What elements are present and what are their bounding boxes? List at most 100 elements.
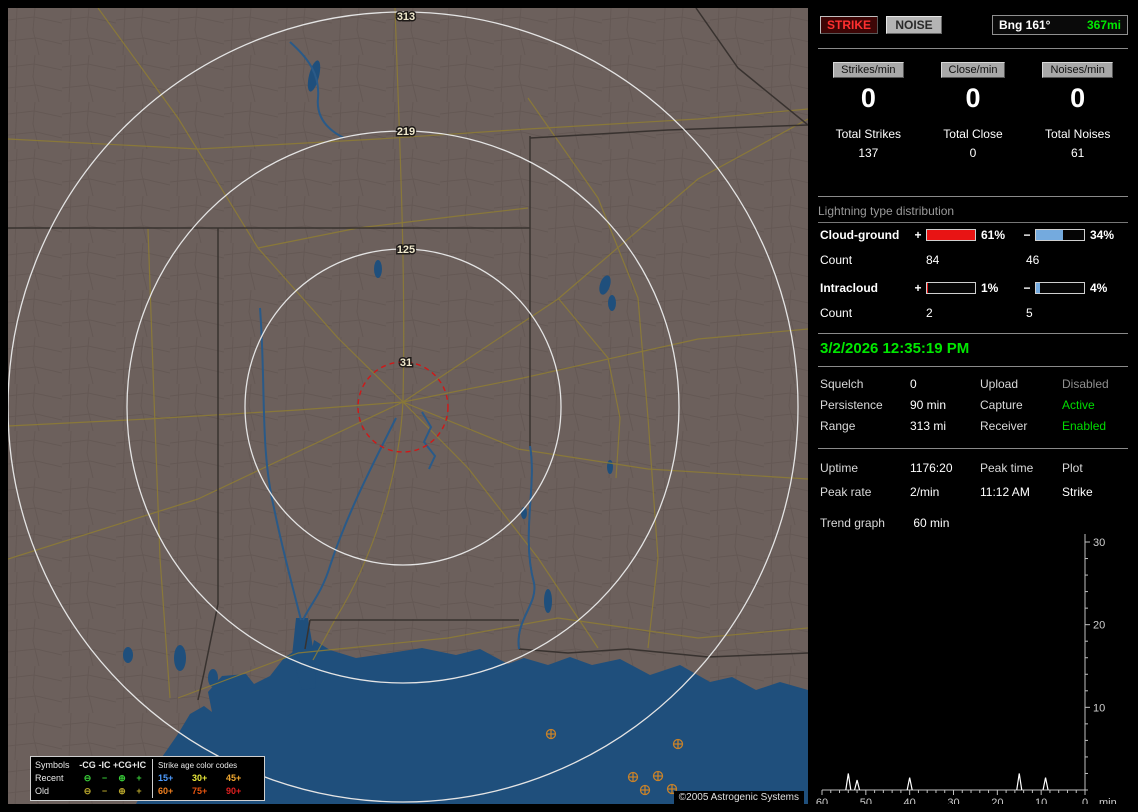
ic-minus-count: 5	[1026, 306, 1033, 320]
peak-rate-value: 2/min	[910, 485, 940, 499]
total-noises-value: 61	[1070, 146, 1085, 160]
ic-plus-pct: 1%	[981, 281, 999, 295]
svg-text:50: 50	[860, 797, 872, 804]
range-label: Range	[820, 419, 856, 433]
cg-plus-pct: 61%	[981, 228, 1006, 242]
trend-graph: 30 20 10 60 50 40 30 20 10 0 min	[816, 534, 1117, 804]
lightning-map[interactable]: 313 219 125 31 Symbols -CG -IC +CG +IC R…	[8, 8, 808, 804]
capture-label: Capture	[980, 398, 1023, 412]
peak-rate-label: Peak rate	[820, 485, 872, 499]
receiver-label: Receiver	[980, 419, 1028, 433]
legend-col-neg-ic: -IC	[98, 760, 111, 770]
svg-text:20: 20	[991, 797, 1003, 804]
age-75: 75+	[192, 786, 208, 796]
strikes-per-min-value: 0	[860, 83, 876, 113]
total-close-value: 0	[969, 146, 977, 160]
range-ring-label: 313	[397, 11, 415, 23]
upload-label: Upload	[980, 377, 1019, 391]
divider	[818, 196, 1128, 197]
age-30: 30+	[192, 773, 208, 783]
noises-per-min-label: Noises/min	[1042, 62, 1113, 78]
cloud-ground-label: Cloud-ground	[820, 228, 900, 242]
strikes-per-min-label: Strikes/min	[833, 62, 904, 78]
uptime-label: Uptime	[820, 461, 859, 475]
uptime-value: 1176:20	[910, 461, 953, 475]
divider	[818, 48, 1128, 49]
copyright-text: ©2005 Astrogenic Systems	[673, 791, 804, 804]
svg-text:60: 60	[816, 797, 828, 804]
legend-recent-label: Recent	[35, 773, 64, 783]
status-panel: STRIKE NOISE Bng 161° 367mi Strikes/min …	[816, 8, 1130, 804]
cg-plus-bar-fill	[927, 230, 975, 240]
svg-text:40: 40	[904, 797, 916, 804]
cg-minus-pct: 34%	[1090, 228, 1115, 242]
legend-symbols-section: Symbols -CG -IC +CG +IC Recent ⊖ − ⊕ + O…	[35, 759, 147, 798]
legend-col-pos-cg: +CG	[113, 760, 132, 770]
cg-minus-bar-fill	[1036, 230, 1063, 240]
rate-counters: Strikes/min 0 Total Strikes 137 Close/mi…	[816, 62, 1130, 160]
intracloud-count-row: Count 2 5	[820, 306, 1033, 320]
bearing-display: Bng 161° 367mi	[992, 15, 1128, 35]
intracloud-label: Intracloud	[820, 281, 879, 295]
recent-neg-ic-icon: −	[101, 773, 108, 783]
divider	[818, 333, 1128, 334]
nexstorm-window: { "map": { "ring_labels": { "r1": "313",…	[0, 0, 1138, 812]
plus-sign: +	[914, 281, 922, 295]
distribution-title: Lightning type distribution	[818, 204, 1128, 223]
divider	[818, 448, 1128, 449]
total-strikes-label: Total Strikes	[835, 127, 901, 141]
svg-text:10: 10	[1093, 702, 1105, 714]
minus-sign: −	[1023, 228, 1031, 242]
noise-button[interactable]: NOISE	[886, 16, 942, 34]
map-canvas: 313 219 125 31	[8, 8, 808, 804]
range-value: 313 mi	[910, 419, 947, 433]
peak-time-value: 11:12 AM	[980, 485, 1030, 499]
range-ring-label: 219	[397, 126, 415, 138]
squelch-label: Squelch	[820, 377, 864, 391]
total-noises-label: Total Noises	[1044, 127, 1111, 141]
cloud-ground-count-row: Count 84 46	[820, 253, 1039, 267]
total-close-label: Total Close	[943, 127, 1003, 141]
datetime-display: 3/2/2026 12:35:19 PM	[820, 340, 970, 357]
ic-plus-bar-fill	[927, 283, 929, 293]
ic-plus-bar	[926, 282, 976, 294]
intracloud-row: Intracloud + 1% − 4%	[820, 281, 1124, 295]
cloud-ground-row: Cloud-ground + 61% − 34%	[820, 228, 1124, 242]
peak-time-label: Peak time	[980, 461, 1034, 475]
svg-text:0: 0	[1082, 797, 1088, 804]
ic-plus-count: 2	[926, 306, 933, 320]
svg-text:20: 20	[1093, 620, 1105, 632]
legend-old-label: Old	[35, 786, 50, 796]
range-ring-label: 125	[397, 244, 415, 256]
age-15: 15+	[158, 773, 174, 783]
range-ring-label: 31	[400, 357, 412, 369]
strike-button[interactable]: STRIKE	[820, 16, 878, 34]
bearing-value: Bng 161°	[999, 18, 1051, 32]
age-60: 60+	[158, 786, 174, 796]
upload-status: Disabled	[1062, 377, 1109, 391]
noises-per-min-value: 0	[1070, 83, 1086, 113]
svg-text:min: min	[1099, 797, 1117, 804]
ic-minus-pct: 4%	[1090, 281, 1108, 295]
count-label: Count	[820, 253, 853, 267]
svg-text:10: 10	[1035, 797, 1047, 804]
cg-minus-bar	[1035, 229, 1085, 241]
stats-grid: Uptime 1176:20 Peak time Plot Peak rate …	[820, 461, 1126, 499]
old-pos-ic-icon: +	[136, 786, 142, 796]
age-45: 45+	[226, 773, 242, 783]
plot-label: Plot	[1062, 461, 1083, 475]
persistence-value: 90 min	[910, 398, 947, 412]
divider	[818, 366, 1128, 367]
legend-symbols-header: Symbols	[35, 760, 70, 770]
legend-age-section: Strike age color codes 15+ 30+ 45+ 60+ 7…	[152, 759, 260, 798]
recent-neg-cg-icon: ⊖	[83, 773, 92, 783]
ic-minus-bar	[1035, 282, 1085, 294]
strike-legend: Symbols -CG -IC +CG +IC Recent ⊖ − ⊕ + O…	[30, 756, 265, 801]
minus-sign: −	[1023, 281, 1031, 295]
old-neg-cg-icon: ⊖	[83, 786, 92, 796]
total-strikes-value: 137	[858, 146, 879, 160]
legend-col-pos-ic: +IC	[131, 760, 147, 770]
settings-grid: Squelch 0 Upload Disabled Persistence 90…	[820, 377, 1126, 433]
capture-status: Active	[1062, 398, 1095, 412]
receiver-status: Enabled	[1062, 419, 1107, 433]
